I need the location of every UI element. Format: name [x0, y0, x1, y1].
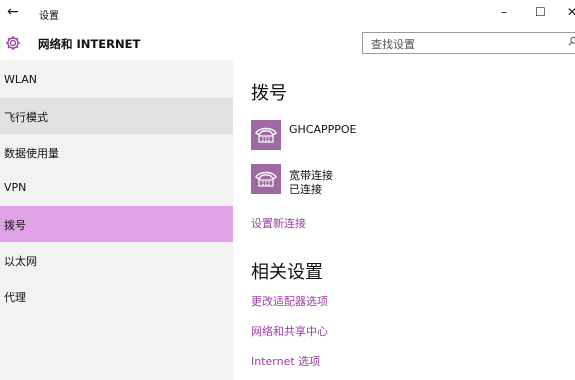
search-box[interactable]: [362, 32, 575, 55]
sidebar-item-label: 拨号: [4, 219, 26, 232]
section-title: 网络和 INTERNET: [38, 37, 141, 51]
search-icon[interactable]: [568, 36, 575, 46]
window-title: 设置: [39, 11, 59, 22]
page-title: 拨号: [251, 83, 287, 104]
internet-options-link[interactable]: Internet 选项: [251, 353, 320, 369]
connection-item-ghcapppoe[interactable]: GHCAPPPOE: [251, 120, 551, 152]
connection-name: GHCAPPPOE: [289, 123, 357, 136]
phone-icon: [251, 164, 281, 194]
sidebar-item-label: VPN: [4, 181, 27, 194]
back-arrow-icon[interactable]: ←: [7, 4, 19, 20]
sidebar-item-dialup[interactable]: 拨号: [0, 206, 233, 242]
sidebar-item-label: WLAN: [4, 73, 38, 86]
sidebar-item-label: 飞行模式: [4, 111, 48, 124]
connection-status: 已连接: [289, 183, 322, 196]
sidebar-item-label: 代理: [4, 291, 26, 304]
sidebar-item-wlan[interactable]: WLAN: [0, 62, 233, 98]
related-settings-title: 相关设置: [251, 262, 323, 283]
phone-icon: [251, 120, 281, 150]
setup-new-connection-link[interactable]: 设置新连接: [251, 215, 306, 231]
connection-item-broadband[interactable]: 宽带连接 已连接: [251, 164, 551, 196]
sidebar-item-proxy[interactable]: 代理: [0, 278, 233, 314]
gear-icon: [5, 35, 21, 51]
change-adapter-options-link[interactable]: 更改适配器选项: [251, 293, 328, 309]
close-button[interactable]: ✕: [567, 5, 575, 19]
sidebar-item-label: 以太网: [4, 255, 37, 268]
sidebar-item-airplane-mode[interactable]: 飞行模式: [0, 98, 233, 134]
main-content: 拨号 GHCAPPPOE 宽带连接 已连接 设置新连接 相关设置 更改适配器选项…: [233, 60, 575, 380]
title-bar: ← 设置 – ☐ ✕: [0, 0, 575, 28]
network-sharing-center-link[interactable]: 网络和共享中心: [251, 323, 328, 339]
maximize-button[interactable]: ☐: [535, 5, 546, 19]
sidebar-item-vpn[interactable]: VPN: [0, 170, 233, 206]
minimize-button[interactable]: –: [501, 5, 507, 19]
sidebar-item-ethernet[interactable]: 以太网: [0, 242, 233, 278]
sidebar-item-data-usage[interactable]: 数据使用量: [0, 134, 233, 170]
sidebar: WLAN 飞行模式 数据使用量 VPN 拨号 以太网 代理: [0, 60, 233, 380]
search-input[interactable]: [369, 34, 563, 55]
sidebar-item-label: 数据使用量: [4, 147, 59, 160]
settings-header: 网络和 INTERNET: [0, 28, 575, 60]
